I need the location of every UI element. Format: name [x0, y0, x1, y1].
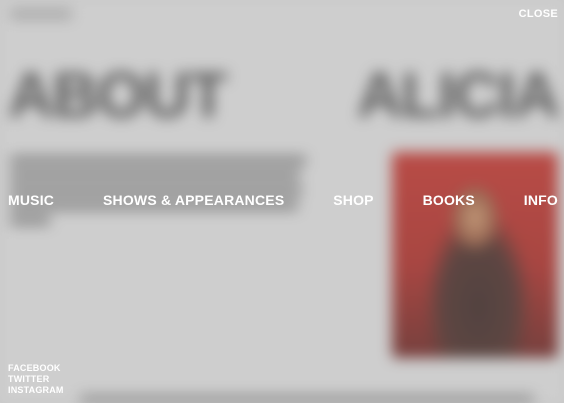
menu-overlay: CLOSE MUSIC SHOWS & APPEARANCES SHOP BOO… [0, 0, 564, 403]
close-button[interactable]: CLOSE [519, 8, 558, 20]
twitter-link[interactable]: TWITTER [8, 374, 64, 384]
nav-item-info[interactable]: INFO [524, 192, 558, 208]
main-nav: MUSIC SHOWS & APPEARANCES SHOP BOOKS INF… [8, 192, 558, 208]
instagram-link[interactable]: INSTAGRAM [8, 385, 64, 395]
nav-item-shows-appearances[interactable]: SHOWS & APPEARANCES [103, 192, 284, 208]
nav-item-books[interactable]: BOOKS [423, 192, 475, 208]
nav-item-music[interactable]: MUSIC [8, 192, 54, 208]
nav-item-shop[interactable]: SHOP [333, 192, 373, 208]
social-links: FACEBOOK TWITTER INSTAGRAM [8, 363, 64, 395]
facebook-link[interactable]: FACEBOOK [8, 363, 64, 373]
